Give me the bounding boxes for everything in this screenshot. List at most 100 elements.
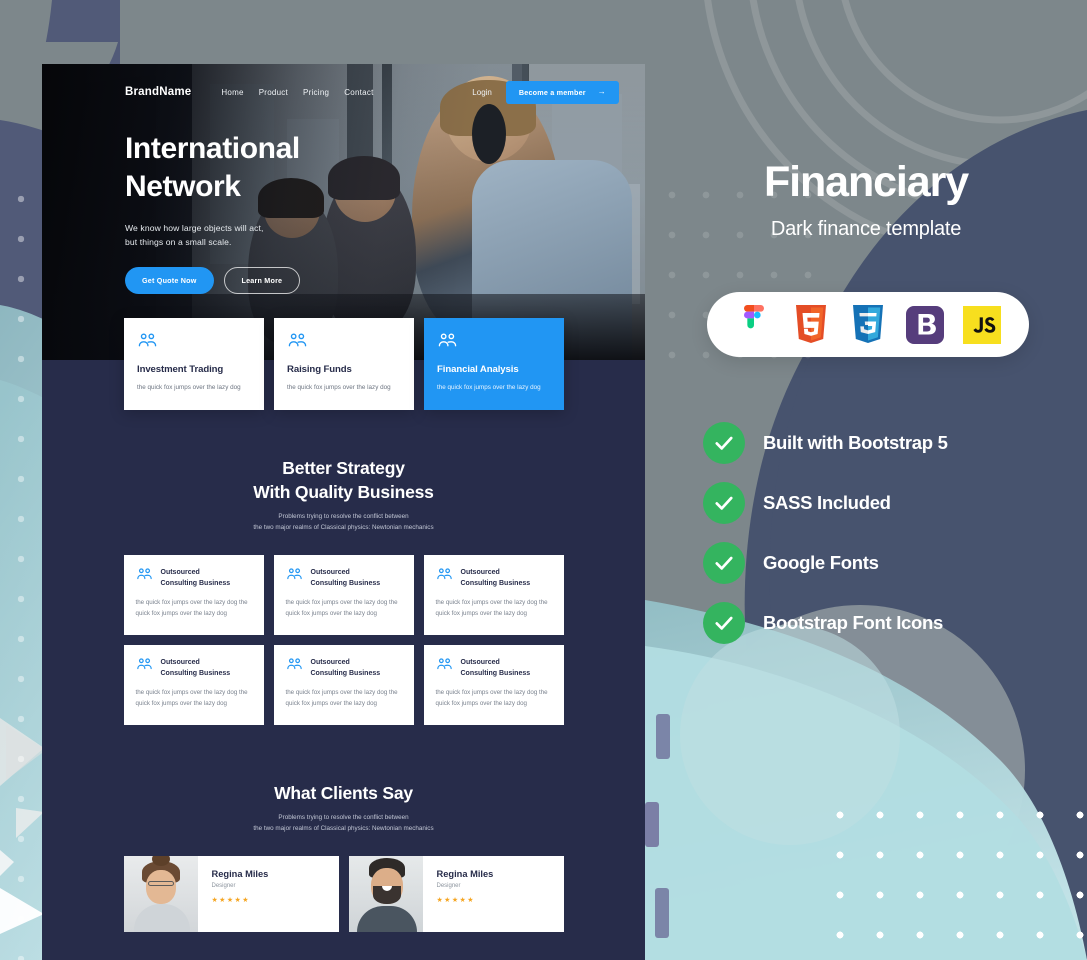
testimonial-name: Regina Miles [211, 869, 269, 880]
testimonials-subtitle-line-2: the two major realms of Classical physic… [253, 825, 434, 833]
hero-paragraph-line-2: but things on a small scale. [125, 237, 232, 248]
service-card-text: the quick fox jumps over the lazy dog [287, 384, 391, 391]
become-a-member-button[interactable]: Become a member → [505, 80, 619, 104]
star-rating-icon: ★★★★★ [436, 897, 475, 905]
tech-stack-chips [707, 292, 1029, 357]
become-a-member-label: Become a member [518, 87, 586, 97]
strategy-subtitle: Problems trying to resolve the conflict … [42, 511, 645, 533]
hero-paragraph: We know how large objects will act, but … [125, 222, 382, 250]
service-card-highlighted[interactable]: Financial Analysis the quick fox jumps o… [424, 318, 564, 411]
navbar: BrandName Home Product Pricing Contact L… [42, 64, 645, 108]
feature-card-title-line-2: Consulting Business [310, 579, 381, 587]
feature-checklist-item: Google Fonts [703, 533, 948, 593]
feature-card[interactable]: Outsourced Consulting Business the quick… [123, 645, 264, 726]
feature-card-title-line-2: Consulting Business [460, 669, 531, 677]
javascript-icon [962, 305, 1002, 345]
feature-checklist-label: Bootstrap Font Icons [763, 612, 944, 633]
hero-title-line-2: Network [125, 170, 241, 204]
strategy-section: Better Strategy With Quality Business Pr… [42, 360, 645, 726]
learn-more-button[interactable]: Learn More [223, 267, 301, 295]
feature-card-title: Outsourced Consulting Business [311, 658, 381, 679]
strategy-heading-line-2: With Quality Business [253, 482, 434, 503]
feature-card[interactable]: Outsourced Consulting Business the quick… [273, 555, 414, 636]
accent-bar-2 [645, 802, 659, 847]
testimonial-card[interactable]: Regina Miles Designer ★★★★★ [348, 856, 564, 933]
html5-icon [791, 304, 831, 345]
dot-grid-bottom-right [820, 795, 1087, 960]
hero-paragraph-line-1: We know how large objects will act, [125, 223, 264, 234]
feature-checklist-item: Bootstrap Font Icons [703, 593, 948, 653]
arrow-right-icon: → [597, 87, 606, 96]
nav-links: Home Product Pricing Contact [221, 88, 373, 97]
service-card-text: the quick fox jumps over the lazy dog [437, 384, 541, 391]
woman-avatar [123, 856, 198, 933]
service-card-title: Investment Trading [137, 364, 224, 375]
feature-card[interactable]: Outsourced Consulting Business the quick… [423, 645, 564, 726]
feature-card-title-line-1: Outsourced [460, 659, 500, 667]
testimonial-name: Regina Miles [436, 869, 494, 880]
nav-item-contact[interactable]: Contact [344, 88, 373, 97]
nav-item-product[interactable]: Product [259, 88, 288, 97]
people-icon [436, 658, 453, 677]
testimonial-role: Designer [211, 883, 236, 890]
feature-card-title-line-1: Outsourced [160, 659, 200, 667]
feature-checklist-item: Built with Bootstrap 5 [703, 413, 948, 473]
feature-card-title-line-2: Consulting Business [160, 669, 231, 677]
feature-card[interactable]: Outsourced Consulting Business the quick… [123, 555, 264, 636]
check-icon [703, 602, 745, 644]
feature-card[interactable]: Outsourced Consulting Business the quick… [273, 645, 414, 726]
css3-icon [848, 304, 888, 345]
service-card-row: Investment Trading the quick fox jumps o… [124, 318, 564, 411]
check-icon [703, 482, 745, 524]
feature-card-title-line-1: Outsourced [310, 659, 350, 667]
website-mockup: BrandName Home Product Pricing Contact L… [42, 64, 645, 960]
feature-card-title: Outsourced Consulting Business [461, 658, 531, 679]
people-icon [286, 658, 303, 677]
bootstrap-icon [905, 305, 945, 345]
feature-checklist: Built with Bootstrap 5 SASS Included Goo… [703, 413, 948, 653]
feature-card-title-line-1: Outsourced [310, 569, 350, 577]
man-avatar [348, 856, 423, 933]
nav-item-home[interactable]: Home [221, 88, 243, 97]
testimonial-card[interactable]: Regina Miles Designer ★★★★★ [123, 856, 339, 933]
brand-logo[interactable]: BrandName [125, 86, 191, 98]
feature-card-title: Outsourced Consulting Business [161, 658, 231, 679]
feature-card-title: Outsourced Consulting Business [311, 568, 381, 589]
feature-checklist-label: Built with Bootstrap 5 [763, 432, 948, 453]
testimonial-body: Regina Miles Designer ★★★★★ [198, 856, 281, 932]
service-card[interactable]: Investment Trading the quick fox jumps o… [124, 318, 264, 411]
feature-card-title: Outsourced Consulting Business [461, 568, 531, 589]
people-icon [137, 333, 251, 355]
feature-card-title: Outsourced Consulting Business [161, 568, 231, 589]
check-icon [703, 542, 745, 584]
accent-bar-3 [655, 888, 669, 938]
feature-card-text: the quick fox jumps over the lazy dog th… [135, 689, 248, 707]
people-icon [286, 568, 303, 587]
feature-card-text: the quick fox jumps over the lazy dog th… [285, 689, 398, 707]
feature-card-text: the quick fox jumps over the lazy dog th… [285, 599, 398, 617]
feature-card-title-line-1: Outsourced [460, 569, 500, 577]
feature-card-title-line-1: Outsourced [160, 569, 200, 577]
testimonials-section: What Clients Say Problems trying to reso… [42, 725, 645, 933]
testimonial-grid: Regina Miles Designer ★★★★★ Regina Miles… [123, 856, 564, 933]
hero-content: International Network We know how large … [42, 108, 382, 295]
accent-bar-1 [656, 714, 670, 759]
hero-section: BrandName Home Product Pricing Contact L… [42, 64, 645, 360]
service-card-text: the quick fox jumps over the lazy dog [137, 384, 241, 391]
service-card[interactable]: Raising Funds the quick fox jumps over t… [274, 318, 414, 411]
feature-card[interactable]: Outsourced Consulting Business the quick… [423, 555, 564, 636]
feature-checklist-label: Google Fonts [763, 552, 879, 573]
hero-title: International Network [125, 130, 382, 206]
strategy-subtitle-line-1: Problems trying to resolve the conflict … [278, 513, 409, 521]
nav-item-pricing[interactable]: Pricing [303, 88, 329, 97]
get-quote-now-button[interactable]: Get Quote Now [125, 267, 214, 295]
navbar-actions: Login Become a member → [472, 80, 619, 104]
hero-title-line-1: International [125, 132, 300, 165]
promo-subtitle: Dark finance template [770, 218, 962, 240]
login-link[interactable]: Login [472, 88, 492, 97]
feature-card-text: the quick fox jumps over the lazy dog th… [435, 599, 548, 617]
feature-card-title-line-2: Consulting Business [310, 669, 381, 677]
feature-card-title-line-2: Consulting Business [160, 579, 231, 587]
strategy-subtitle-line-2: the two major realms of Classical physic… [253, 524, 434, 532]
people-icon [436, 568, 453, 587]
